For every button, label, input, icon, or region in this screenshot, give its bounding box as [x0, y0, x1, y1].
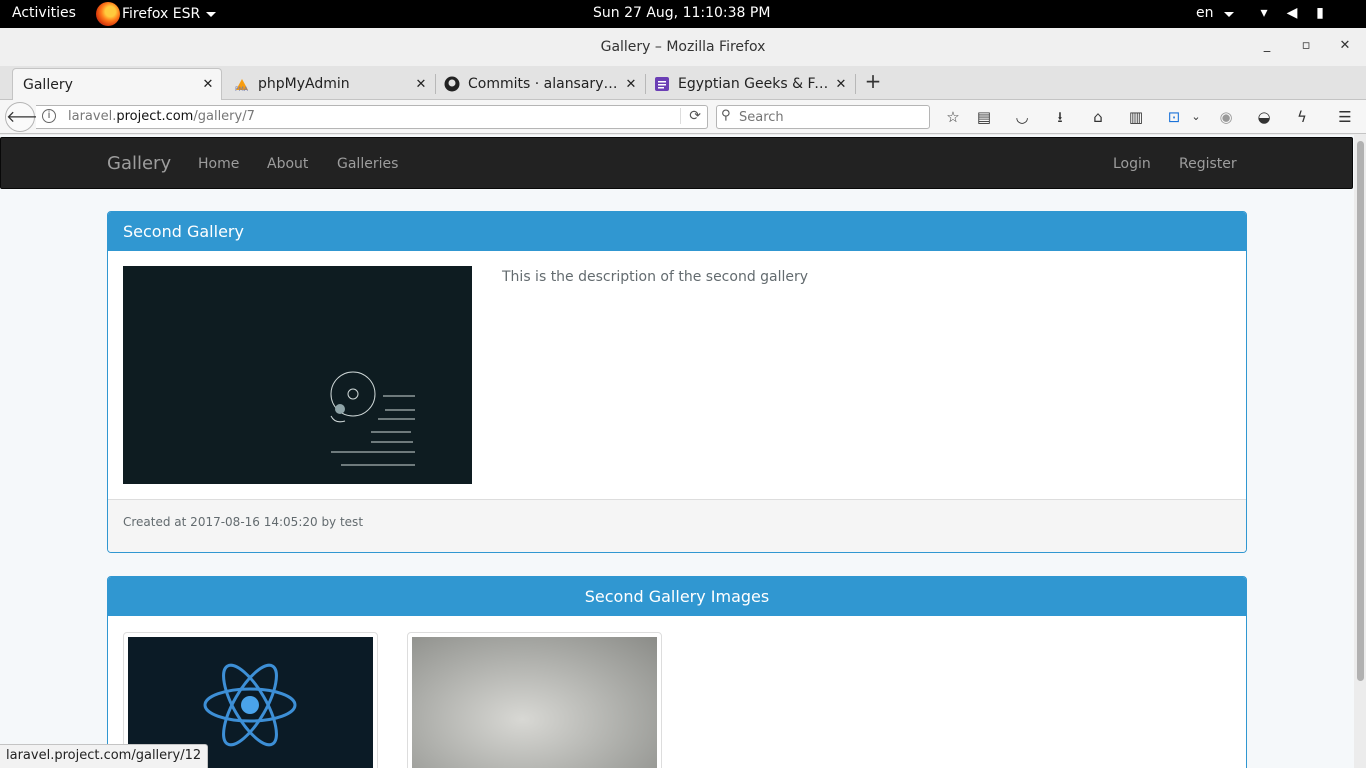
page-scrollbar[interactable]: [1354, 135, 1366, 768]
new-tab-button[interactable]: +: [864, 70, 882, 92]
hamburger-menu-icon[interactable]: ☰: [1335, 107, 1355, 127]
bookmark-star-icon[interactable]: ☆: [943, 107, 963, 127]
svg-text:PMA: PMA: [235, 86, 249, 92]
volume-icon: ◀: [1286, 5, 1298, 21]
reading-list-icon[interactable]: ▤: [974, 107, 994, 127]
url-path: /gallery/7: [193, 109, 255, 124]
chevron-down-icon: [206, 11, 217, 17]
gallery-meta-footer: Created at 2017-08-16 14:05:20 by test: [108, 499, 1246, 552]
close-tab-icon[interactable]: ✕: [412, 77, 430, 92]
app-menu[interactable]: Firefox ESR: [96, 0, 217, 28]
url-domain: project.com: [116, 109, 194, 124]
search-icon: ⚲: [721, 108, 731, 123]
tab-title: Commits · alansary/L...: [468, 76, 622, 92]
site-info-icon[interactable]: i: [42, 109, 56, 123]
url-bar[interactable]: i laravel.project.com/gallery/7 ⟳: [36, 105, 708, 129]
pocket-icon[interactable]: ◡: [1012, 107, 1032, 127]
gallery-description: This is the description of the second ga…: [502, 269, 809, 285]
close-window-icon[interactable]: ✕: [1337, 38, 1353, 54]
url-text[interactable]: laravel.project.com/gallery/7: [68, 109, 255, 124]
extension-icon[interactable]: ▥: [1126, 107, 1146, 127]
window-title-bar: Gallery – Mozilla Firefox _ ▫ ✕: [0, 28, 1366, 66]
navigation-toolbar: 🡐 i laravel.project.com/gallery/7 ⟳ ⚲ ☆ …: [0, 100, 1366, 134]
tab-egyptian-geeks[interactable]: Egyptian Geeks & Fa... ✕: [644, 68, 854, 100]
tab-separator: [855, 74, 856, 94]
gallery-images-panel: Second Gallery Images: [107, 576, 1247, 768]
nav-galleries[interactable]: Galleries: [337, 156, 398, 172]
battery-icon: ▮: [1316, 5, 1324, 21]
tab-strip: Gallery ✕ PMA phpMyAdmin ✕ Commits · ala…: [0, 66, 1366, 100]
flash-icon[interactable]: ϟ: [1292, 107, 1312, 127]
tab-gallery[interactable]: Gallery ✕: [12, 68, 222, 100]
tab-title: Gallery: [23, 76, 73, 93]
wifi-icon: ▾: [1260, 5, 1268, 21]
language-label: en: [1196, 5, 1214, 21]
home-icon[interactable]: ⌂: [1088, 107, 1108, 127]
reload-icon[interactable]: ⟳: [680, 108, 701, 124]
download-icon[interactable]: ⭳: [1050, 107, 1070, 127]
clock[interactable]: Sun 27 Aug, 11:10:38 PM: [593, 5, 770, 21]
gallery-images-title: Second Gallery Images: [108, 577, 1246, 616]
gallery-cover-image: [123, 266, 472, 484]
nav-home[interactable]: Home: [198, 156, 239, 172]
page-viewport: Gallery Home About Galleries Login Regis…: [0, 135, 1354, 768]
url-prefix: laravel.: [68, 109, 117, 124]
close-tab-icon[interactable]: ✕: [622, 77, 640, 92]
activities-button[interactable]: Activities: [12, 5, 76, 21]
app-name: Firefox ESR: [122, 6, 201, 22]
search-input[interactable]: [739, 108, 924, 126]
github-icon: [444, 76, 460, 92]
language-indicator[interactable]: en: [1196, 5, 1234, 21]
minimize-icon[interactable]: _: [1259, 38, 1275, 54]
vpn-extension-icon[interactable]: ◉: [1216, 107, 1236, 127]
window-title: Gallery – Mozilla Firefox: [600, 39, 766, 55]
gallery-image-thumbnail[interactable]: [407, 632, 662, 768]
mindmap-image: [412, 637, 657, 768]
link-status-bar: laravel.project.com/gallery/12: [0, 744, 209, 768]
scrollbar-thumb[interactable]: [1357, 141, 1364, 681]
maximize-icon[interactable]: ▫: [1298, 38, 1314, 54]
tab-phpmyadmin[interactable]: PMA phpMyAdmin ✕: [224, 68, 434, 100]
phpmyadmin-icon: PMA: [234, 76, 250, 93]
tab-title: phpMyAdmin: [258, 76, 350, 92]
cover-artwork: [330, 371, 415, 466]
downloader-extension-icon[interactable]: ⊡: [1164, 107, 1184, 127]
chevron-down-icon: [1223, 12, 1234, 17]
privacy-extension-icon[interactable]: ◒: [1254, 107, 1274, 127]
tab-title: Egyptian Geeks & Fa...: [678, 76, 832, 92]
site-navbar: Gallery Home About Galleries Login Regis…: [0, 137, 1353, 189]
nav-login[interactable]: Login: [1113, 156, 1151, 172]
close-tab-icon[interactable]: ✕: [199, 77, 217, 92]
nav-register[interactable]: Register: [1179, 156, 1237, 172]
site-brand[interactable]: Gallery: [107, 153, 171, 174]
close-tab-icon[interactable]: ✕: [832, 77, 850, 92]
firefox-logo-icon: [96, 2, 120, 26]
list-icon: [654, 76, 670, 92]
search-bar[interactable]: ⚲: [716, 105, 930, 129]
nav-about[interactable]: About: [267, 156, 308, 172]
chevron-down-icon[interactable]: ⌄: [1186, 107, 1206, 127]
system-tray[interactable]: ▾ ◀ ▮: [1256, 4, 1328, 22]
gallery-created-text: Created at 2017-08-16 14:05:20 by test: [123, 515, 364, 529]
tab-commits[interactable]: Commits · alansary/L... ✕: [434, 68, 644, 100]
back-button[interactable]: 🡐: [5, 102, 49, 132]
system-top-bar: Activities Firefox ESR Sun 27 Aug, 11:10…: [0, 0, 1366, 28]
gallery-panel: Second Gallery This is the description o…: [107, 211, 1247, 553]
gallery-title: Second Gallery: [108, 212, 1246, 251]
